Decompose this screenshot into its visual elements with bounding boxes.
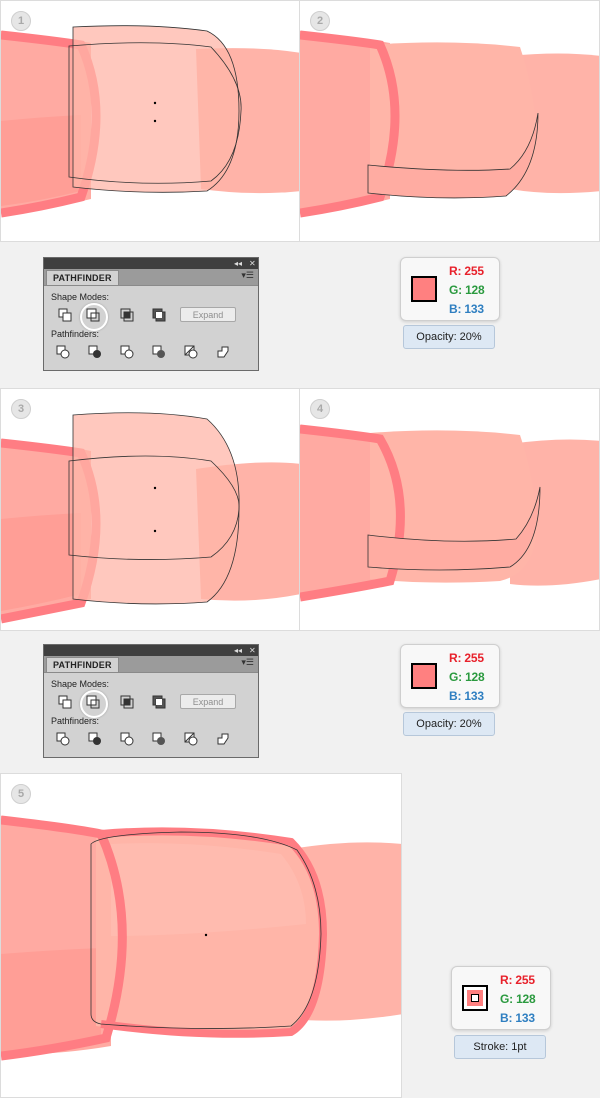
artboard-step-2: 2 xyxy=(299,0,600,242)
unite-icon[interactable] xyxy=(58,308,72,322)
trim-icon[interactable] xyxy=(88,345,102,359)
merge-icon[interactable] xyxy=(120,732,134,746)
finger-illustration xyxy=(1,25,299,218)
pathfinder-panel: ◂◂ ✕ PATHFINDER ▾☰ Shape Modes: Expand P… xyxy=(43,257,259,371)
minus-back-icon[interactable] xyxy=(216,732,230,746)
stroke-note: Stroke: 1pt xyxy=(454,1035,546,1059)
exclude-icon[interactable] xyxy=(152,308,166,322)
close-icon[interactable]: ✕ xyxy=(249,645,256,656)
blue-value: B: 133 xyxy=(500,1011,535,1025)
fill-swatch xyxy=(411,663,437,689)
shape-modes-label: Shape Modes: xyxy=(51,679,110,689)
divide-icon[interactable] xyxy=(56,345,70,359)
panel-menu-icon[interactable]: ▾☰ xyxy=(241,657,254,668)
artboard-step-5: 5 xyxy=(0,773,402,1098)
crop-icon[interactable] xyxy=(152,732,166,746)
step-number: 3 xyxy=(11,399,31,419)
pathfinders-label: Pathfinders: xyxy=(51,716,100,726)
panel-menu-icon[interactable]: ▾☰ xyxy=(241,270,254,281)
expand-button[interactable]: Expand xyxy=(180,694,236,709)
merge-icon[interactable] xyxy=(120,345,134,359)
minus-front-icon[interactable] xyxy=(86,695,100,709)
finger-illustration xyxy=(300,30,599,218)
blue-value: B: 133 xyxy=(449,689,484,703)
opacity-note: Opacity: 20% xyxy=(403,325,495,349)
red-value: R: 255 xyxy=(449,264,484,278)
intersect-icon[interactable] xyxy=(120,695,134,709)
color-info-box: R: 255 G: 128 B: 133 xyxy=(400,257,500,321)
green-value: G: 128 xyxy=(449,283,485,297)
step-number: 5 xyxy=(11,784,31,804)
opacity-note: Opacity: 20% xyxy=(403,712,495,736)
color-info-box: R: 255 G: 128 B: 133 xyxy=(400,644,500,708)
artboard-step-4: 4 xyxy=(299,388,600,631)
intersect-icon[interactable] xyxy=(120,308,134,322)
blue-value: B: 133 xyxy=(449,302,484,316)
outline-icon[interactable] xyxy=(184,732,198,746)
finger-illustration xyxy=(300,424,599,602)
red-value: R: 255 xyxy=(500,973,535,987)
pathfinder-panel: ◂◂ ✕ PATHFINDER ▾☰ Shape Modes: Expand P… xyxy=(43,644,259,758)
close-icon[interactable]: ✕ xyxy=(249,258,256,269)
fill-swatch xyxy=(411,276,437,302)
step-number: 4 xyxy=(310,399,330,419)
artboard-step-3: 3 xyxy=(0,388,300,631)
stroke-swatch xyxy=(462,985,488,1011)
collapse-icon[interactable]: ◂◂ xyxy=(234,645,242,656)
unite-icon[interactable] xyxy=(58,695,72,709)
trim-icon[interactable] xyxy=(88,732,102,746)
panel-tab-pathfinder[interactable]: PATHFINDER xyxy=(46,270,119,285)
red-value: R: 255 xyxy=(449,651,484,665)
color-info-box: R: 255 G: 128 B: 133 xyxy=(451,966,551,1030)
panel-tab-pathfinder[interactable]: PATHFINDER xyxy=(46,657,119,672)
minus-back-icon[interactable] xyxy=(216,345,230,359)
collapse-icon[interactable]: ◂◂ xyxy=(234,258,242,269)
pathfinders-label: Pathfinders: xyxy=(51,329,100,339)
shape-modes-label: Shape Modes: xyxy=(51,292,110,302)
green-value: G: 128 xyxy=(449,670,485,684)
expand-button[interactable]: Expand xyxy=(180,307,236,322)
exclude-icon[interactable] xyxy=(152,695,166,709)
minus-front-icon[interactable] xyxy=(86,308,100,322)
green-value: G: 128 xyxy=(500,992,536,1006)
crop-icon[interactable] xyxy=(152,345,166,359)
outline-icon[interactable] xyxy=(184,345,198,359)
artboard-step-1: 1 xyxy=(0,0,300,242)
divide-icon[interactable] xyxy=(56,732,70,746)
finger-illustration xyxy=(1,815,401,1061)
step-number: 2 xyxy=(310,11,330,31)
finger-illustration xyxy=(1,412,299,624)
step-number: 1 xyxy=(11,11,31,31)
